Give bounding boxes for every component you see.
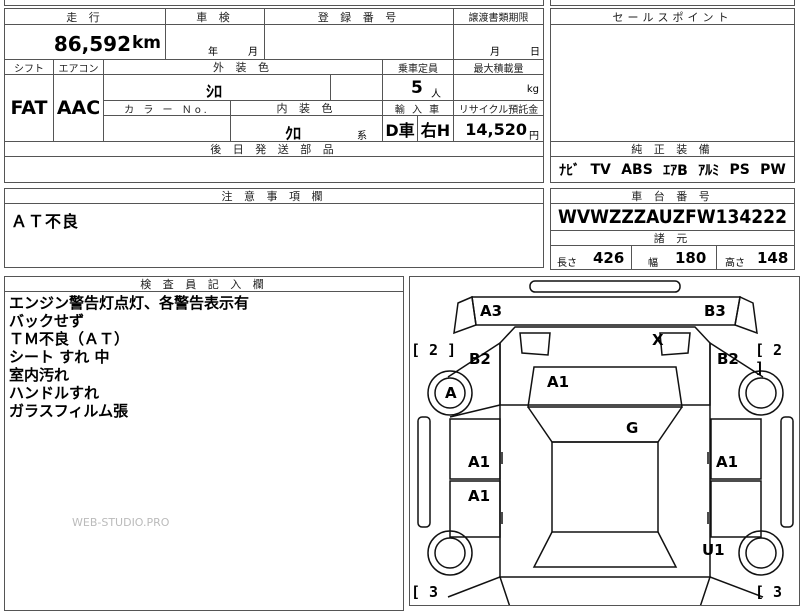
mark-roof: G — [626, 419, 639, 437]
specs-cell: 長さ 426 幅 180 高さ 148 — [550, 245, 795, 270]
equipment-item-airbag: ｴｱB — [663, 162, 688, 179]
color-number-header: カ ラ ー Ｎo. — [103, 100, 231, 116]
capacity-value: 5 — [411, 78, 423, 98]
later-parts-header: 後 日 発 送 部 品 — [4, 141, 544, 157]
inspector-line-4: シート すれ 中 — [9, 348, 110, 366]
exterior-color-cell: ｼﾛ — [103, 74, 331, 101]
equipment-item-ps: PS — [729, 161, 750, 178]
later-parts-cell — [4, 156, 544, 183]
watermark: WEB-STUDIO.PRO — [72, 516, 170, 529]
specs-header: 諸 元 — [550, 230, 795, 246]
mileage-cell: 86,592 km — [4, 24, 166, 60]
length-label: 長さ — [557, 258, 577, 269]
exterior-color-header: 外 装 色 — [103, 59, 383, 75]
transfer-deadline-cell: 月 日 — [453, 24, 544, 60]
mark-right-rear-wheel: U1 — [702, 541, 725, 559]
inspector-line-1: エンジン警告灯点灯、各警告表示有 — [9, 294, 250, 312]
mark-right-front-door: A1 — [716, 453, 739, 471]
caution-cell: ＡＴ不良 — [4, 203, 544, 268]
mileage-unit: km — [131, 33, 161, 53]
bracket-right-bottom: [ 3 — [755, 583, 783, 601]
width-label: 幅 — [648, 258, 658, 269]
load-capacity-cell: kg — [453, 74, 544, 101]
transfer-deadline-header: 譲渡書類期限 — [453, 8, 544, 25]
equipment-item-pw: PW — [760, 161, 786, 178]
mark-left-fender: B2 — [469, 350, 491, 368]
top-clipped-right — [550, 0, 795, 6]
inspector-header: 検 査 員 記 入 欄 — [4, 276, 404, 292]
registration-header: 登 録 番 号 — [264, 8, 454, 25]
sales-point-header: セールスポイント — [550, 8, 795, 25]
mark-left-rear-door: A1 — [468, 487, 491, 505]
width-value: 180 — [675, 249, 707, 267]
chassis-value: WVWZZZAUZFW134222 — [550, 203, 795, 231]
mark-front-left: A3 — [480, 302, 503, 320]
registration-cell — [264, 24, 454, 60]
exterior-color-extra-cell — [330, 74, 383, 101]
equipment-item-alloy: ｱﾙﾐ — [698, 162, 720, 179]
recycle-fee-cell: 14,520 円 — [453, 115, 544, 142]
chassis-header: 車 台 番 号 — [550, 188, 795, 204]
transfer-month-unit: 月 — [490, 47, 500, 58]
load-capacity-header: 最大積載量 — [453, 59, 544, 75]
equipment-cell: ﾅﾋﾞ TV ABS ｴｱB ｱﾙﾐ PS PW — [550, 156, 795, 183]
capacity-unit: 人 — [431, 89, 441, 100]
interior-color-cell: ｸﾛ 系 — [230, 115, 383, 143]
inspector-line-7: ガラスフィルム張 — [9, 402, 129, 420]
inspector-line-6: ハンドルすれ — [9, 384, 100, 402]
exterior-color-value: ｼﾛ — [206, 82, 223, 101]
mileage-header: 走 行 — [4, 8, 166, 25]
mark-windshield: X — [652, 331, 664, 349]
inspection-header: 車 検 — [165, 8, 265, 25]
caution-text: ＡＴ不良 — [11, 212, 80, 231]
bracket-left-top: [ 2 ] — [411, 341, 457, 359]
caution-header: 注 意 事 項 欄 — [4, 188, 544, 204]
length-value: 426 — [593, 249, 625, 267]
mark-hood: A1 — [547, 373, 570, 391]
top-clipped-row — [4, 0, 544, 6]
inspector-line-5: 室内汚れ — [9, 366, 70, 384]
recycle-fee-value: 14,520 — [465, 120, 527, 139]
inspection-month-unit: 月 — [248, 47, 258, 58]
aircon-value: AAC — [53, 74, 104, 142]
aircon-header: エアコン — [53, 59, 104, 75]
capacity-cell: 5 人 — [382, 74, 454, 101]
mark-left-front-door: A1 — [468, 453, 491, 471]
shift-value: FAT — [4, 74, 54, 142]
load-capacity-unit: kg — [526, 84, 539, 95]
color-number-cell — [103, 115, 231, 142]
mark-front-right: B3 — [704, 302, 726, 320]
sales-point-cell — [550, 24, 795, 142]
inspector-cell: エンジン警告灯点灯、各警告表示有 バックせず ＴＭ不良（ＡＴ） シート すれ 中… — [4, 291, 404, 611]
inspector-line-3: ＴＭ不良（ＡＴ） — [9, 330, 130, 348]
bracket-right-top: [ 2 ] — [755, 341, 783, 377]
capacity-header: 乗車定員 — [382, 59, 454, 75]
mileage-value: 86,592 — [53, 32, 131, 56]
height-value: 148 — [757, 249, 789, 267]
equipment-item-abs: ABS — [621, 161, 653, 178]
interior-color-header: 内 装 色 — [230, 100, 383, 116]
mark-left-front-wheel: A — [445, 384, 457, 402]
inspection-cell: 年 月 — [165, 24, 265, 60]
inspection-year-unit: 年 — [208, 47, 218, 58]
transfer-day-unit: 日 — [530, 47, 540, 58]
import-steering-value: 右H — [417, 115, 454, 142]
equipment-item-tv: TV — [590, 161, 611, 178]
recycle-fee-header: リサイクル預託金 — [453, 100, 544, 116]
bracket-left-bottom: [ 3 — [411, 583, 439, 601]
import-header: 輸 入 車 — [382, 100, 454, 116]
inspector-line-2: バックせず — [9, 312, 85, 330]
mark-right-fender: B2 — [717, 350, 739, 368]
height-label: 高さ — [725, 258, 745, 269]
recycle-fee-unit: 円 — [529, 131, 539, 142]
car-outline-icon — [417, 280, 794, 605]
shift-header: シフト — [4, 59, 54, 75]
equipment-header: 純 正 装 備 — [550, 141, 795, 157]
interior-color-suffix: 系 — [357, 131, 367, 142]
car-diagram: A3 B3 X B2 B2 A A1 G A1 A1 A1 U1 [ 2 ] [… — [409, 276, 800, 606]
equipment-item-navi: ﾅﾋﾞ — [559, 162, 581, 179]
import-dealer-value: D車 — [382, 115, 418, 142]
